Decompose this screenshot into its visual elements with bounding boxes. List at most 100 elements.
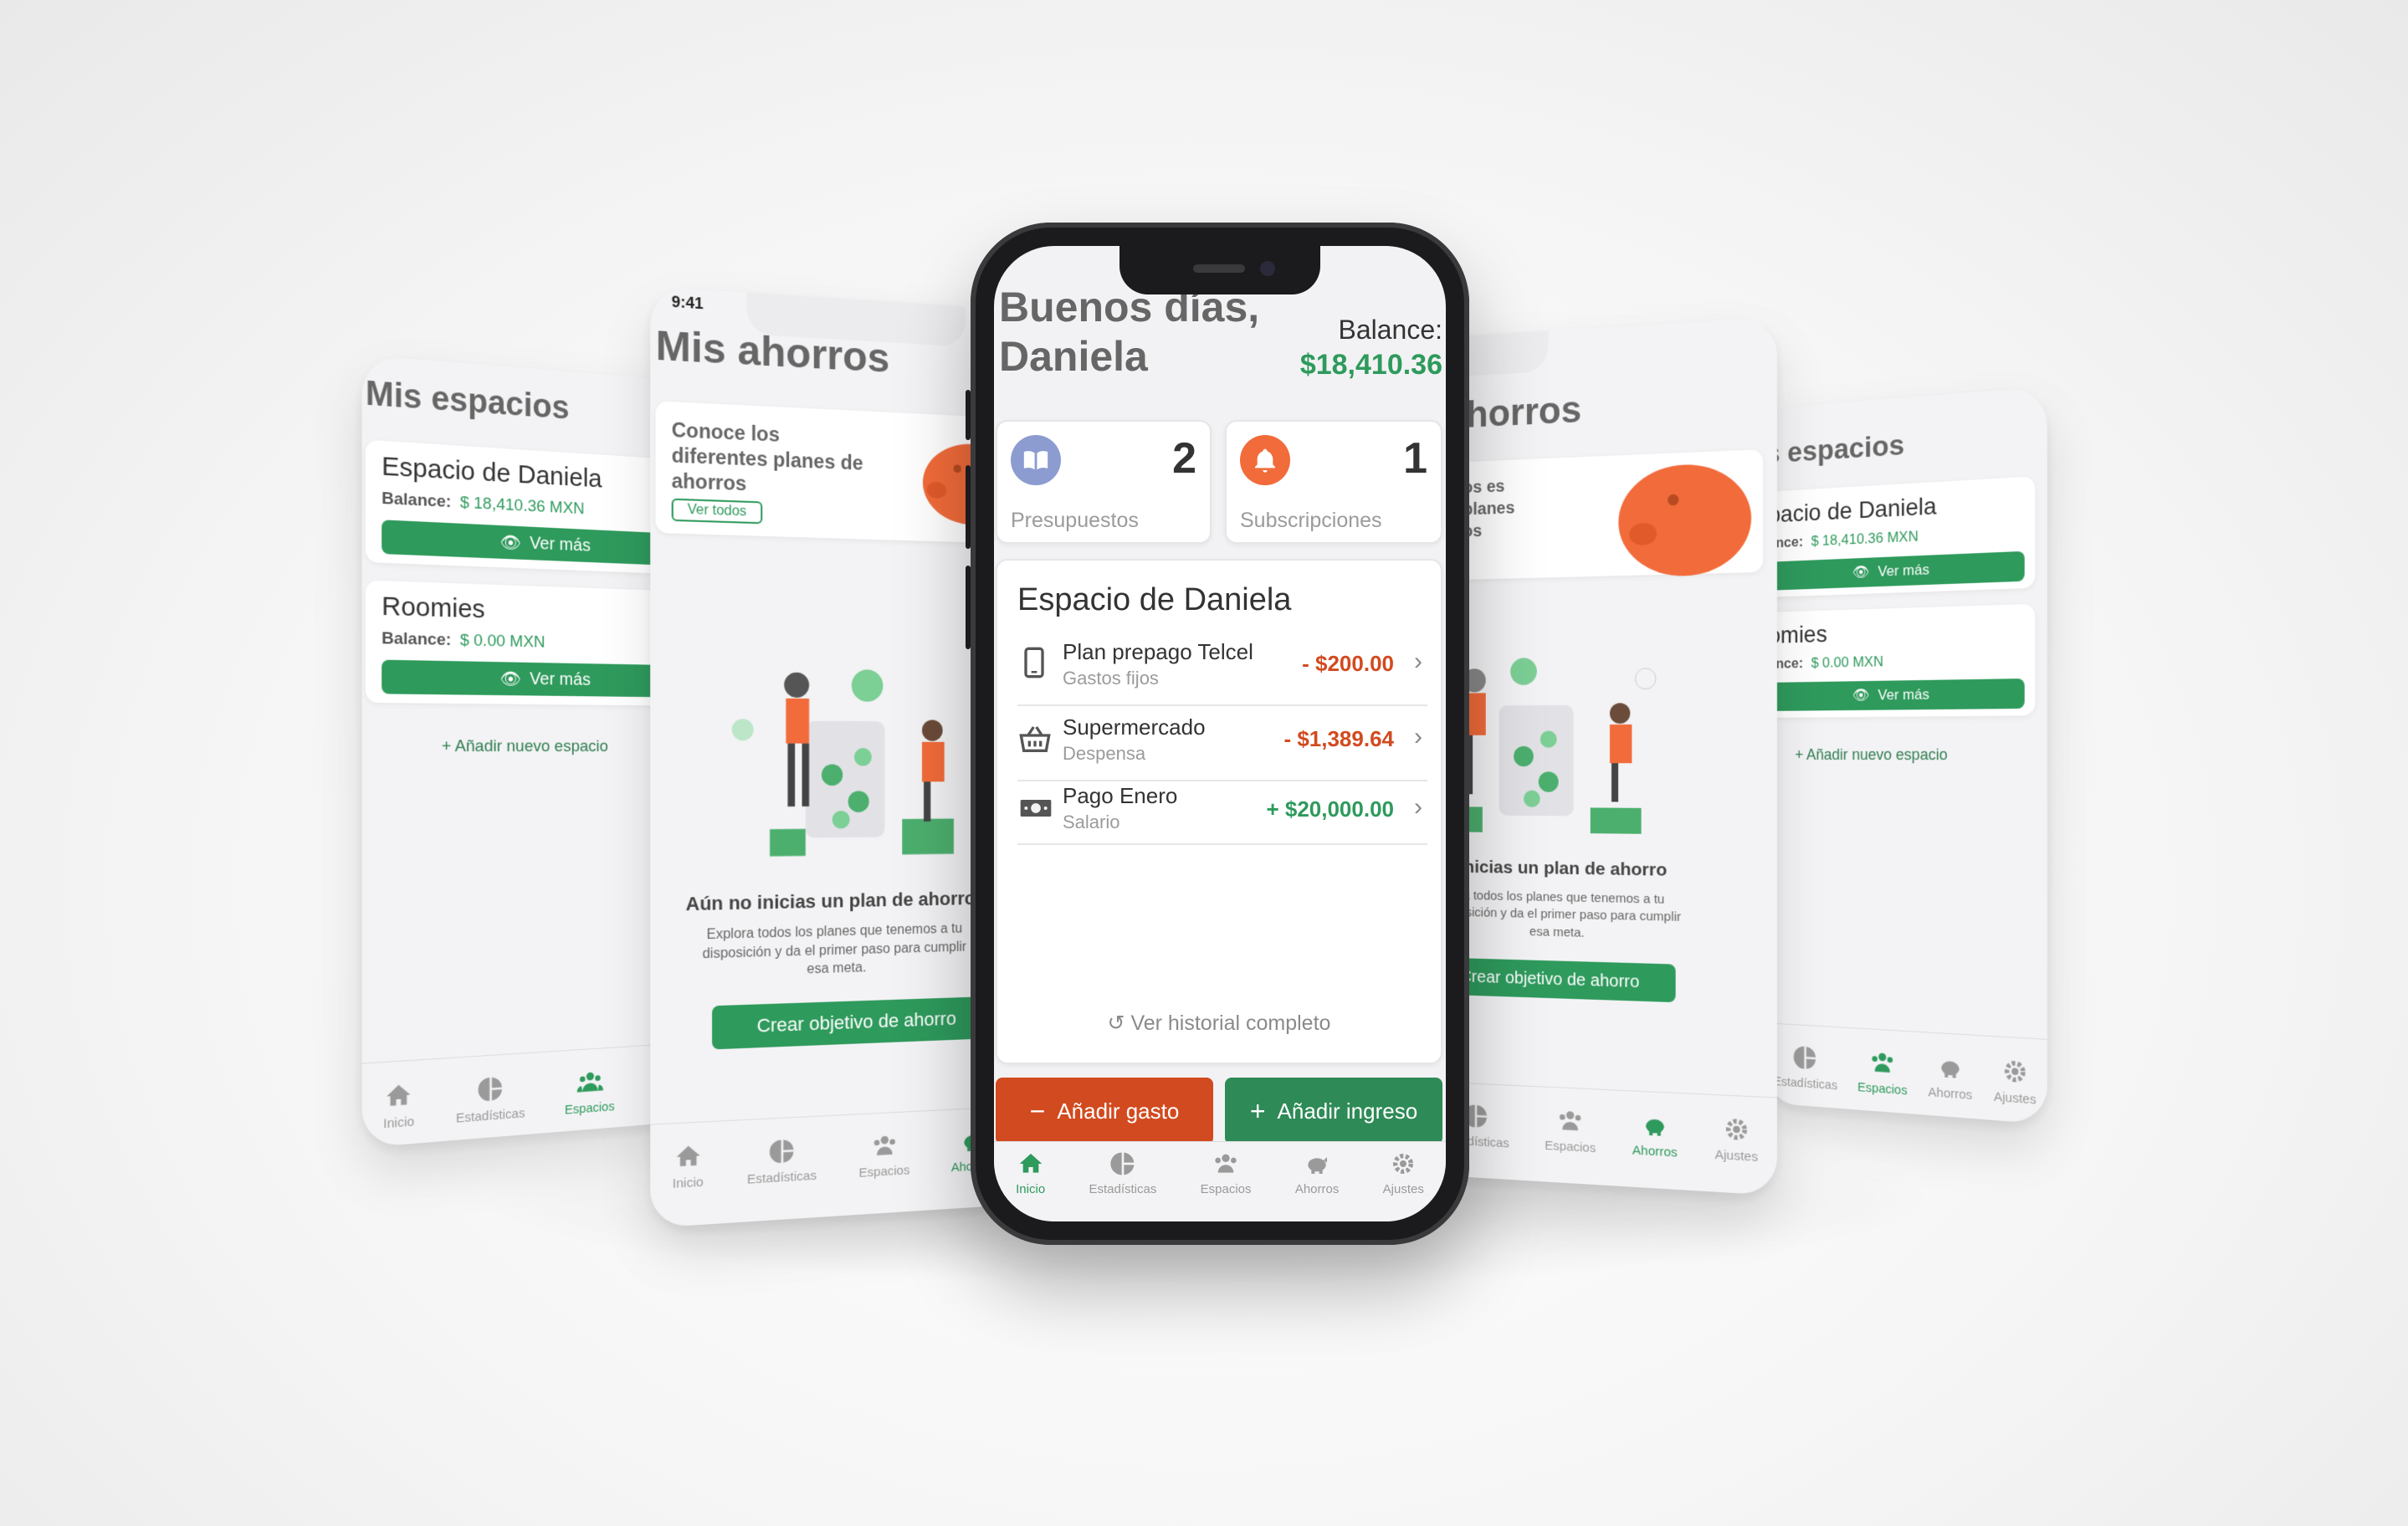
transaction-amount: + $20,000.00 [1266, 796, 1394, 822]
tab-estadisticas[interactable]: Estadísticas [747, 1135, 817, 1187]
chevron-right-icon: › [1414, 793, 1422, 821]
transaction-row[interactable]: Plan prepago Telcel Gastos fijos - $200.… [1017, 632, 1427, 706]
gear-icon [1723, 1114, 1751, 1144]
tab-espacios[interactable]: Espacios [1857, 1047, 1908, 1098]
page-title: Mis espacios [365, 375, 570, 428]
page-title: s espacios [1765, 428, 1905, 470]
subscriptions-count: 1 [1403, 434, 1427, 483]
tab-ahorros[interactable]: Ahorros [1295, 1150, 1339, 1196]
transaction-category: Gastos fijos [1063, 668, 1159, 689]
chevron-right-icon: › [1414, 648, 1422, 675]
empty-state-title: Aún no inicias un plan de ahorro [685, 887, 976, 915]
tab-bar: Inicio Estadísticas Espacios Ahorros Aju… [994, 1141, 1446, 1221]
transaction-category: Salario [1063, 812, 1120, 832]
screen-savings-right: horros os es planes os no inicias un pla… [1426, 316, 1777, 1196]
home-icon [676, 1144, 700, 1167]
balance-value: $18,410.36 [1299, 349, 1442, 381]
tab-espacios[interactable]: Espacios [565, 1067, 615, 1118]
empty-state-body: Explora todos los planes que tenemos a t… [702, 921, 966, 977]
minus-icon: − [1029, 1095, 1046, 1126]
space-title: Espacio de Daniela [1017, 582, 1292, 617]
promo-text: Conoce los diferentes planes de ahorros [671, 418, 863, 494]
tab-ahorros[interactable]: Ahorros [1632, 1110, 1678, 1160]
balance-label: Balance: [382, 489, 452, 512]
volume-button [966, 566, 971, 649]
plus-icon: + [441, 737, 455, 756]
gear-icon [1393, 1154, 1414, 1174]
eye-icon: 👁 [500, 532, 522, 553]
screen-savings-left: 9:41 Mis ahorros Conoce los diferentes p… [650, 286, 1014, 1228]
subscriptions-card[interactable]: 1 Subscripciones [1225, 420, 1442, 544]
savings-promo-card: Conoce los diferentes planes de ahorros … [655, 401, 1012, 544]
create-goal-button[interactable]: Crear objetivo de ahorro [712, 996, 998, 1050]
savings-promo-card: os es planes os [1426, 449, 1764, 581]
greeting: Buenos días, Daniela [999, 284, 1260, 380]
add-space-link[interactable]: + Añadir nuevo espacio [1795, 746, 1947, 765]
budgets-card[interactable]: 2 Presupuestos [996, 420, 1212, 544]
tab-inicio[interactable]: Inicio [383, 1080, 414, 1132]
balance-value: $ 18,410.36 MXN [459, 493, 585, 519]
home-icon [1019, 1154, 1042, 1173]
screen-spaces-right: s espacios pacio de Daniela ance: $ 18,4… [1764, 387, 2047, 1124]
balance-value: $ 0.00 MXN [1811, 653, 1883, 671]
tab-espacios[interactable]: Espacios [859, 1131, 909, 1180]
transaction-title: Supermercado [1063, 714, 1206, 740]
add-expense-button[interactable]: − Añadir gasto [996, 1078, 1213, 1144]
view-more-button[interactable]: 👁 Ver más [1764, 679, 2025, 711]
transaction-row[interactable]: Pago Enero Salario + $20,000.00 › [1017, 783, 1427, 845]
piggy-bank-icon [1645, 1119, 1664, 1136]
tab-inicio[interactable]: Inicio [1016, 1150, 1045, 1196]
history-link[interactable]: ↺ Ver historial completo [997, 1011, 1441, 1036]
budgets-count: 2 [1172, 434, 1196, 483]
eye-icon: 👁 [1852, 687, 1870, 704]
subscriptions-label: Subscripciones [1240, 509, 1382, 532]
balance-label: Balance: [382, 629, 452, 650]
eye-icon: 👁 [500, 669, 522, 689]
view-all-button[interactable]: Ver todos [671, 498, 762, 525]
balance-label: Balance: [1338, 315, 1442, 345]
tab-estadisticas[interactable]: Estadísticas [1089, 1150, 1156, 1196]
plus-icon: + [1249, 1095, 1266, 1126]
view-more-button[interactable]: 👁 Ver más [1764, 550, 2025, 591]
piggy-bank-illustration-icon [1618, 462, 1752, 578]
tab-inicio[interactable]: Inicio [673, 1142, 704, 1191]
gear-icon [2001, 1057, 2029, 1087]
piggy-bank-icon [1941, 1061, 1960, 1078]
tab-ajustes[interactable]: Ajustes [1715, 1114, 1758, 1165]
users-icon [576, 1072, 603, 1093]
add-income-button[interactable]: + Añadir ingreso [1225, 1078, 1442, 1144]
tab-ajustes[interactable]: Ajustes [1994, 1056, 2037, 1108]
transaction-title: Pago Enero [1063, 783, 1178, 808]
users-icon [1215, 1154, 1237, 1173]
tab-espacios[interactable]: Espacios [1545, 1106, 1596, 1155]
users-icon [874, 1135, 895, 1155]
pie-chart-icon [478, 1076, 503, 1102]
space-card: omies ance: $ 0.00 MXN 👁 Ver más [1764, 603, 2036, 718]
pie-chart-icon [1793, 1045, 1816, 1070]
volume-button [966, 390, 971, 440]
tab-estadisticas[interactable]: Estadísticas [456, 1073, 525, 1126]
tab-bar: Estadísticas Espacios Ahorros Ajustes [1764, 1022, 2047, 1124]
volume-button [966, 465, 971, 549]
transaction-category: Despensa [1063, 743, 1146, 764]
transaction-amount: - $200.00 [1302, 651, 1394, 676]
space-name: Espacio de Daniela [382, 451, 602, 494]
pie-chart-icon [1110, 1152, 1135, 1175]
tab-ajustes[interactable]: Ajustes [1383, 1150, 1424, 1196]
add-space-link[interactable]: + Añadir nuevo espacio [442, 737, 608, 756]
transaction-amount: - $1,389.64 [1283, 726, 1394, 751]
mockup-stage: Mis espacios Espacio de Daniela Balance:… [0, 0, 2408, 1526]
tab-estadisticas[interactable]: Estadísticas [1774, 1042, 1837, 1093]
eye-icon: 👁 [1852, 563, 1870, 581]
tab-ahorros[interactable]: Ahorros [1929, 1052, 1972, 1103]
home-screen: Buenos días, Daniela Balance: $18,410.36… [994, 246, 1446, 1221]
savings-illustration-icon [731, 669, 954, 857]
users-icon [1872, 1052, 1893, 1073]
plus-icon: + [1795, 745, 1807, 764]
phone-icon [1024, 647, 1044, 679]
balance-value: $ 18,410.36 MXN [1811, 528, 1919, 550]
tab-espacios[interactable]: Espacios [1201, 1150, 1252, 1196]
transaction-row[interactable]: Supermercado Despensa - $1,389.64 › [1017, 708, 1427, 781]
cash-icon [1020, 800, 1052, 817]
budgets-label: Presupuestos [1011, 509, 1139, 532]
